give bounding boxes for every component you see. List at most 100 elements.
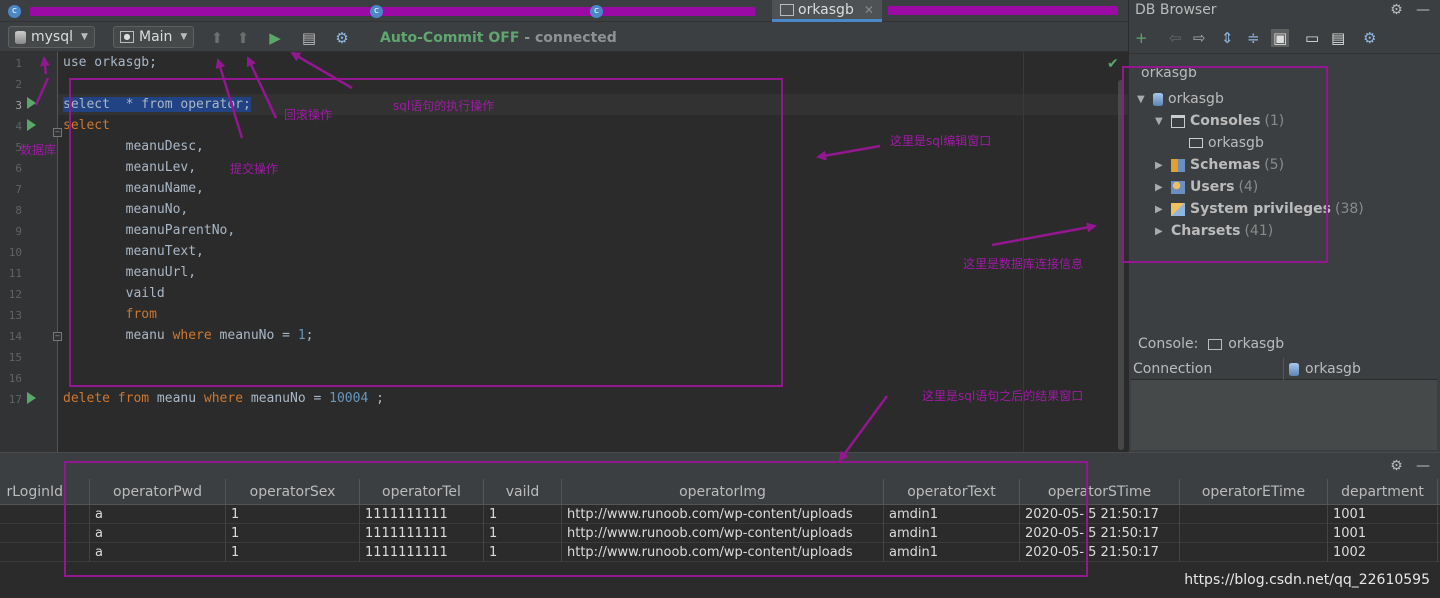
table-cell[interactable]	[1180, 543, 1328, 562]
keyword-token: delete	[63, 391, 118, 406]
chevron-down-icon: ▼	[81, 32, 88, 42]
execute-button[interactable]: ▶	[266, 29, 284, 47]
console-icon	[780, 3, 794, 16]
gear-icon[interactable]: ⚙	[1363, 29, 1376, 47]
run-statement-icon[interactable]	[27, 97, 36, 109]
forward-icon[interactable]: ⇨	[1193, 29, 1206, 47]
table-cell[interactable]: 1001	[1328, 524, 1438, 543]
table-cell[interactable]: 1001	[1328, 505, 1438, 524]
annotation-box-editor	[69, 78, 783, 387]
line-number: 12	[8, 288, 22, 301]
tab-orkasgb[interactable]: orkasgb ✕	[772, 0, 882, 22]
annotation-execute: sql语句的执行操作	[393, 99, 495, 113]
line-number: 9	[15, 225, 22, 238]
tab-hidden-2[interactable]: c	[370, 0, 383, 22]
check-icon: ✔	[1107, 56, 1119, 72]
code-token: meanu	[149, 391, 204, 406]
fold-icon[interactable]: −	[53, 128, 62, 137]
annotation-conn-info: 这里是数据库连接信息	[963, 257, 1084, 271]
schema-select[interactable]: ● Main ▼	[113, 26, 195, 48]
commit-button[interactable]: ⬆	[208, 29, 226, 47]
back-icon[interactable]: ⇦	[1169, 29, 1182, 47]
code-line[interactable]: delete from meanu where meanuNo = 10004 …	[63, 391, 384, 406]
console-info: Console: orkasgb	[1138, 336, 1284, 352]
line-number: 7	[15, 183, 22, 196]
line-number: 11	[8, 267, 22, 280]
filter-icon[interactable]: ▣	[1271, 29, 1290, 47]
panel-header-icons: ⚙ —	[1390, 2, 1430, 18]
table-cell[interactable]: 1002	[1328, 543, 1438, 562]
expand-all-icon[interactable]: ⇕	[1221, 29, 1234, 47]
code-token: use orkasgb;	[63, 55, 157, 70]
connection-table-header: Connection orkasgb	[1131, 358, 1437, 380]
gear-icon[interactable]: ⚙	[1390, 2, 1403, 18]
gear-icon[interactable]: ⚙	[1390, 458, 1403, 474]
run-script-icon: ▤	[301, 29, 317, 47]
db-browser-title: DB Browser	[1135, 2, 1217, 18]
tree-item-count: (38)	[1334, 201, 1364, 217]
editor-tab-strip: c c c orkasgb ✕	[0, 0, 1128, 22]
minimize-icon[interactable]: —	[1416, 458, 1430, 474]
c-file-icon: c	[590, 4, 603, 18]
connection-table: Connection orkasgb	[1131, 358, 1437, 450]
close-icon[interactable]: ✕	[864, 3, 874, 17]
redaction-mark	[888, 6, 1118, 15]
connection-select-value: mysql	[31, 29, 73, 45]
tab-hidden-3[interactable]: c	[590, 0, 603, 22]
line-number: 17	[8, 393, 22, 406]
line-number: 2	[15, 78, 22, 91]
annotation-editor-window: 这里是sql编辑窗口	[890, 134, 992, 148]
column-header[interactable]: department	[1328, 479, 1438, 505]
table-cell[interactable]	[1180, 505, 1328, 524]
run-statement-icon[interactable]	[27, 119, 36, 131]
collapse-all-icon[interactable]: ≑	[1247, 29, 1260, 47]
keyword-token: where	[203, 391, 244, 406]
c-file-icon: c	[8, 4, 21, 18]
annotation-box-results	[64, 461, 1088, 577]
tab-hidden-1[interactable]: c	[8, 0, 21, 22]
console-label: Console:	[1138, 336, 1199, 352]
line-number: 8	[15, 204, 22, 217]
line-number: 13	[8, 309, 22, 322]
connection-status: - connected	[519, 30, 617, 46]
console-icon	[1208, 338, 1223, 350]
schema-select-value: Main	[139, 29, 173, 45]
autocommit-label: Auto-Commit OFF	[380, 30, 520, 46]
settings-button[interactable]: ⚙	[333, 29, 351, 47]
gear-icon: ⚙	[335, 29, 349, 47]
database-icon	[1289, 362, 1299, 376]
redaction-mark	[30, 7, 755, 16]
fold-icon[interactable]: −	[53, 332, 62, 341]
number-token: 10004	[329, 391, 369, 406]
column-header[interactable]: operatorETime	[1180, 479, 1328, 505]
tab-orkasgb-label: orkasgb	[798, 1, 854, 18]
code-line[interactable]: use orkasgb;	[63, 55, 157, 70]
connection-column-header: Connection	[1133, 361, 1213, 377]
line-number: 3	[15, 99, 22, 112]
rollback-button[interactable]: ⬆	[234, 29, 252, 47]
connection-select[interactable]: mysql ▼	[8, 26, 95, 48]
annotation-commit: 提交操作	[230, 162, 279, 176]
connection-value: orkasgb	[1305, 361, 1361, 377]
chevron-down-icon: ▼	[180, 32, 188, 42]
connection-value-cell[interactable]: orkasgb	[1289, 361, 1361, 377]
autocommit-status: Auto-Commit OFF - connected	[380, 30, 617, 46]
annotation-db: 数据库	[20, 143, 57, 157]
new-console-icon[interactable]: ▭	[1305, 29, 1319, 47]
line-number: 16	[8, 372, 22, 385]
execute-script-button[interactable]: ▤	[300, 29, 318, 47]
code-token: meanuNo =	[243, 391, 330, 406]
annotation-box-tree	[1122, 66, 1328, 263]
run-icon: ▶	[269, 29, 281, 47]
line-number: 10	[8, 246, 22, 259]
sql-toolbar: mysql ▼ ● Main ▼ ⬆ ⬆ ▶ ▤ ⚙ Auto-Commit O…	[0, 22, 1128, 52]
minimize-icon[interactable]: —	[1416, 2, 1430, 18]
open-console-icon[interactable]: ▤	[1331, 29, 1345, 47]
add-icon[interactable]: +	[1135, 29, 1148, 47]
keyword-token: from	[117, 391, 150, 406]
code-token: ;	[368, 391, 384, 406]
database-icon	[15, 30, 26, 44]
line-number: 5	[15, 141, 22, 154]
table-cell[interactable]	[1180, 524, 1328, 543]
run-statement-icon[interactable]	[27, 392, 36, 404]
